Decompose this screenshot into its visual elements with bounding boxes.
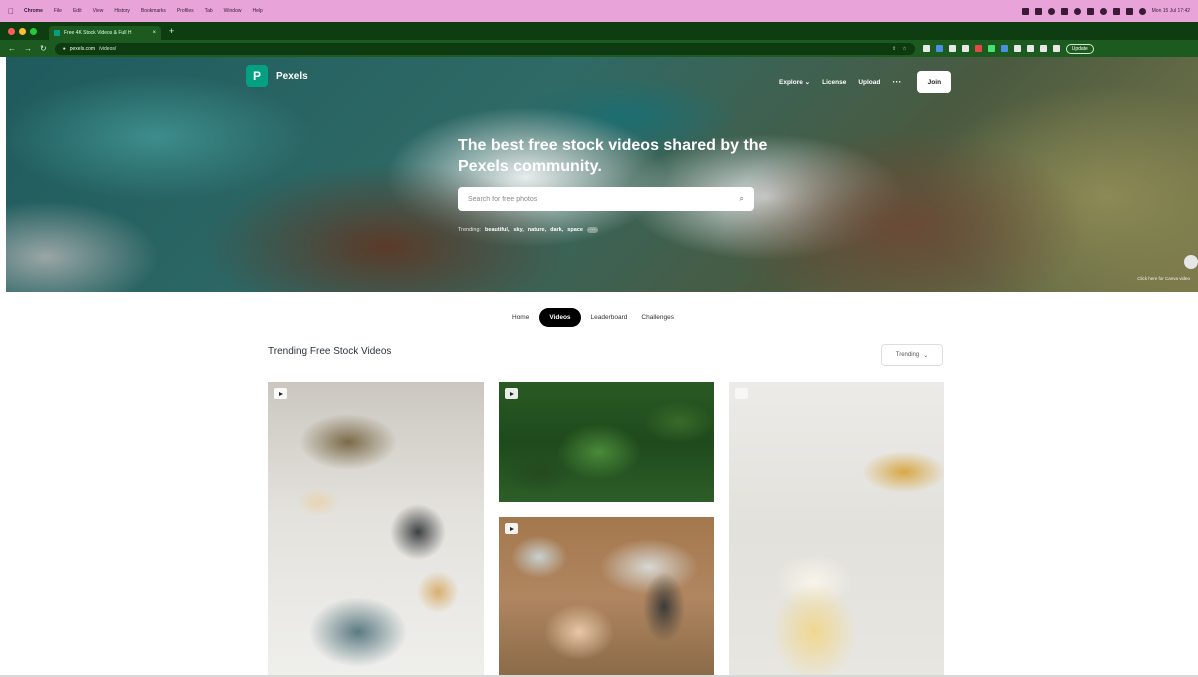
tray-app-icon[interactable]: [1099, 7, 1107, 15]
browser-tab-active[interactable]: Free 4K Stock Videos & Full H ×: [49, 26, 161, 40]
tray-app-icon[interactable]: [1060, 7, 1068, 15]
tray-app-icon[interactable]: [1034, 7, 1042, 15]
hero-banner: P Pexels Explore ⌄ License Upload ··· Jo…: [6, 57, 1198, 292]
share-icon[interactable]: ⇪: [892, 46, 896, 52]
video-card[interactable]: [499, 382, 714, 502]
nav-license[interactable]: License: [822, 79, 846, 86]
trending-term[interactable]: nature,: [528, 227, 546, 233]
browser-tabstrip: Free 4K Stock Videos & Full H × +: [0, 22, 1198, 40]
extension-icon[interactable]: [987, 45, 995, 52]
video-camera-icon: [505, 388, 518, 399]
trending-label: Trending:: [458, 227, 482, 233]
video-card[interactable]: [499, 517, 714, 677]
battery-icon[interactable]: [1125, 7, 1133, 15]
menubar-clock[interactable]: Mon 15 Jul 17:42: [1152, 8, 1190, 14]
trending-term[interactable]: sky,: [513, 227, 523, 233]
menu-tab[interactable]: Tab: [205, 8, 213, 14]
menu-view[interactable]: View: [93, 8, 104, 14]
menu-profiles[interactable]: Profiles: [177, 8, 194, 14]
trending-term[interactable]: space: [567, 227, 583, 233]
video-card[interactable]: [729, 382, 944, 677]
extension-icon[interactable]: [1039, 45, 1047, 52]
nav-upload[interactable]: Upload: [858, 79, 880, 86]
tab-home[interactable]: Home: [508, 309, 533, 326]
sort-label: Trending: [895, 352, 920, 358]
window-controls: [8, 27, 37, 35]
search-icon[interactable]: ⌕: [740, 194, 744, 204]
lock-icon[interactable]: ●: [63, 46, 66, 52]
apple-icon[interactable]: : [8, 7, 14, 16]
tab-videos[interactable]: Videos: [539, 308, 581, 327]
hero-info-button[interactable]: [1184, 255, 1198, 269]
tab-title: Free 4K Stock Videos & Full H: [64, 30, 132, 36]
close-window-button[interactable]: [8, 27, 15, 35]
extensions-bar: Update: [922, 43, 1094, 54]
back-icon[interactable]: ←: [8, 44, 16, 53]
tray-app-icon[interactable]: [1073, 7, 1081, 15]
address-bar[interactable]: ● pexels.com/videos/ ⇪ ☆: [54, 42, 915, 55]
extension-icon[interactable]: [974, 45, 982, 52]
search-icon[interactable]: [1138, 7, 1146, 15]
chevron-down-icon: ⌄: [923, 352, 929, 359]
trending-term[interactable]: beautiful,: [485, 227, 509, 233]
video-camera-icon: [735, 388, 748, 399]
extension-icon[interactable]: [922, 45, 930, 52]
menu-app-name[interactable]: Chrome: [24, 8, 43, 14]
menu-edit[interactable]: Edit: [73, 8, 82, 14]
maximize-window-button[interactable]: [30, 27, 37, 35]
extension-icon[interactable]: [1026, 45, 1034, 52]
extension-icon[interactable]: [961, 45, 969, 52]
trending-term[interactable]: dark,: [550, 227, 563, 233]
sort-dropdown[interactable]: Trending ⌄: [881, 344, 943, 366]
trending-searches: Trending: beautiful, sky, nature, dark, …: [458, 227, 599, 233]
url-domain: pexels.com: [69, 45, 96, 52]
brand-name: Pexels: [276, 70, 308, 82]
tray-app-icon[interactable]: [1086, 7, 1094, 15]
mac-menubar:  Chrome File Edit View History Bookmark…: [0, 0, 1198, 22]
hero-search-box[interactable]: ⌕: [458, 187, 754, 211]
forward-icon[interactable]: →: [24, 44, 32, 53]
pexels-logo[interactable]: P Pexels: [246, 65, 308, 87]
reload-icon[interactable]: ↻: [40, 44, 47, 53]
wifi-icon[interactable]: [1112, 7, 1120, 15]
search-input[interactable]: [468, 195, 740, 203]
trending-more-button[interactable]: ···: [586, 227, 599, 233]
extension-icon[interactable]: [948, 45, 956, 52]
profile-avatar-icon[interactable]: [1052, 45, 1060, 52]
extension-icon[interactable]: [1013, 45, 1021, 52]
minimize-window-button[interactable]: [19, 27, 26, 35]
join-button[interactable]: Join: [917, 71, 952, 93]
menubar-tray: Mon 15 Jul 17:42: [1021, 7, 1190, 15]
hero-credit-link[interactable]: Click here for Canva video: [1137, 276, 1190, 281]
tray-app-icon[interactable]: [1047, 7, 1055, 15]
pexels-logo-icon: P: [246, 65, 268, 87]
video-card[interactable]: [268, 382, 484, 677]
extension-icon[interactable]: [935, 45, 943, 52]
menu-bookmarks[interactable]: Bookmarks: [141, 8, 166, 14]
new-tab-icon[interactable]: +: [169, 26, 174, 36]
menu-help[interactable]: Help: [252, 8, 262, 14]
content-tabs: Home Videos Leaderboard Challenges: [508, 308, 678, 327]
section-title: Trending Free Stock Videos: [268, 346, 392, 357]
video-camera-icon: [274, 388, 287, 399]
url-path: /videos/: [99, 45, 117, 52]
tab-leaderboard[interactable]: Leaderboard: [587, 309, 632, 326]
menu-window[interactable]: Window: [224, 8, 242, 14]
close-tab-icon[interactable]: ×: [152, 30, 156, 36]
hero-title: The best free stock videos shared by the…: [458, 137, 768, 175]
tray-app-icon[interactable]: [1021, 7, 1029, 15]
extension-icon[interactable]: [1000, 45, 1008, 52]
top-nav: Explore ⌄ License Upload ··· Join: [779, 71, 952, 93]
chrome-update-button[interactable]: Update: [1065, 43, 1094, 54]
pexels-favicon-icon: [54, 30, 60, 36]
tab-challenges[interactable]: Challenges: [637, 309, 678, 326]
more-options-icon[interactable]: ···: [892, 77, 901, 87]
nav-explore[interactable]: Explore ⌄: [779, 78, 810, 86]
video-camera-icon: [505, 523, 518, 534]
bookmark-star-icon[interactable]: ☆: [902, 46, 906, 52]
menu-history[interactable]: History: [114, 8, 130, 14]
browser-toolbar: ← → ↻ ● pexels.com/videos/ ⇪ ☆ Update: [0, 40, 1198, 57]
menu-file[interactable]: File: [54, 8, 62, 14]
